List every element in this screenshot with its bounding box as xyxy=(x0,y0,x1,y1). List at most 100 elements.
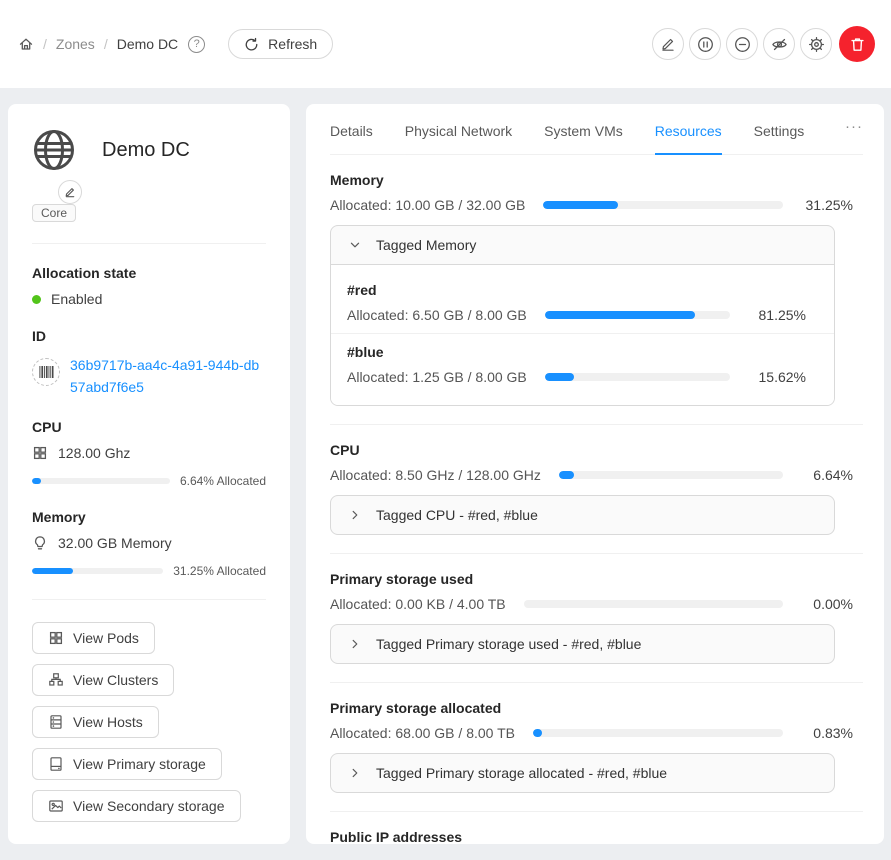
percent-label: 15.62% xyxy=(744,369,806,385)
edit-tags-button[interactable] xyxy=(58,180,82,204)
zone-globe-icon xyxy=(32,128,76,172)
zone-id-value[interactable]: 36b9717b-aa4c-4a91-944b-db57abd7f6e5 xyxy=(70,354,266,398)
tab-details[interactable]: Details xyxy=(330,104,373,154)
button-label: View Primary storage xyxy=(73,756,206,772)
resource-section-primary-storage-used: Primary storage used Allocated: 0.00 KB /… xyxy=(330,554,863,683)
hide-icon xyxy=(771,36,788,53)
view-clusters-button[interactable]: View Clusters xyxy=(32,664,174,696)
hide-button[interactable] xyxy=(763,28,795,60)
progress-bar xyxy=(533,729,783,737)
tagged-resource-blue: #blueAllocated: 1.25 GB / 8.00 GB15.62% xyxy=(331,333,834,395)
chevron-right-icon xyxy=(349,767,361,779)
collapse-label: Tagged Primary storage used - #red, #blu… xyxy=(376,636,641,652)
barcode-icon xyxy=(32,358,60,386)
zone-tag-core: Core xyxy=(32,204,76,222)
button-label: View Clusters xyxy=(73,672,158,688)
delete-icon xyxy=(849,36,866,53)
cpu-label: CPU xyxy=(32,419,266,435)
tab-bar: Details Physical Network System VMs Resourc… xyxy=(330,104,863,155)
button-label: View Hosts xyxy=(73,714,143,730)
primary-icon xyxy=(48,756,64,772)
refresh-label: Refresh xyxy=(268,36,317,52)
edit-button[interactable] xyxy=(652,28,684,60)
tagged-resource-red: #red Allocated: 6.50 GB / 8.00 GB81.25% xyxy=(331,272,834,333)
progress-bar xyxy=(545,311,730,319)
allocation-row: Allocated: 68.00 GB / 8.00 TB 0.83% xyxy=(330,725,853,741)
settings-icon xyxy=(808,36,825,53)
top-header: / Zones / Demo DC ? Refresh xyxy=(0,0,891,88)
resource-section-cpu: CPUAllocated: 8.50 GHz / 128.00 GHz6.64%… xyxy=(330,425,863,554)
button-label: View Pods xyxy=(73,630,139,646)
allocated-text: Allocated: 0.00 KB / 4.00 TB xyxy=(330,596,506,612)
percent-label: 0.83% xyxy=(797,725,853,741)
delete-button[interactable] xyxy=(839,26,875,62)
allocation-row: Allocated: 1.25 GB / 8.00 GB15.62% xyxy=(347,369,806,385)
home-icon[interactable] xyxy=(18,36,34,52)
collapse-header[interactable]: Tagged CPU - #red, #blue xyxy=(331,496,834,534)
more-tabs-button[interactable]: ··· xyxy=(845,118,863,141)
disable-button[interactable] xyxy=(726,28,758,60)
resource-section-public-ip-addresses: Public IP addressesAllocated: 4 / 1992.0… xyxy=(330,812,863,844)
help-icon[interactable]: ? xyxy=(188,36,205,53)
percent-label: 81.25% xyxy=(744,307,806,323)
memory-value: 32.00 GB Memory xyxy=(58,535,172,551)
zone-view-buttons: View Pods View Clusters View Hosts View Pri… xyxy=(32,622,266,822)
collapse-panel-tagged-memory: Tagged Memory #red Allocated: 6.50 GB / 8.… xyxy=(330,225,835,406)
tab-physical-network[interactable]: Physical Network xyxy=(405,104,512,154)
breadcrumb-zones-link[interactable]: Zones xyxy=(56,36,95,52)
zone-detail-card: Details Physical Network System VMs Resourc… xyxy=(306,104,884,844)
cpu-percent-label: 6.64% Allocated xyxy=(180,474,266,488)
progress-fill xyxy=(559,471,574,479)
settings-button[interactable] xyxy=(800,28,832,60)
collapse-label: Tagged Primary storage allocated - #red,… xyxy=(376,765,667,781)
progress-fill xyxy=(533,729,542,737)
resource-section-primary-storage-allocated: Primary storage allocatedAllocated: 68.0… xyxy=(330,683,863,812)
breadcrumb-separator: / xyxy=(104,36,108,52)
id-label: ID xyxy=(32,328,266,344)
main-content: Demo DC Core Allocation state Enabled ID… xyxy=(0,88,891,844)
allocation-row: Allocated: 0.00 KB / 4.00 TB0.00% xyxy=(330,596,853,612)
zone-title: Demo DC xyxy=(102,139,190,162)
tagged-resource-title: #red xyxy=(347,282,818,298)
pause-button[interactable] xyxy=(689,28,721,60)
view-pods-button[interactable]: View Pods xyxy=(32,622,155,654)
allocated-text: Allocated: 68.00 GB / 8.00 TB xyxy=(330,725,515,741)
progress-bar xyxy=(545,373,730,381)
collapse-header[interactable]: Tagged Primary storage used - #red, #blu… xyxy=(331,625,834,663)
collapse-header[interactable]: Tagged Primary storage allocated - #red,… xyxy=(331,754,834,792)
resource-title: Primary storage used xyxy=(330,571,863,587)
tab-settings[interactable]: Settings xyxy=(754,104,805,154)
cpu-grid-icon xyxy=(32,445,48,461)
collapse-panel-tagged-primary-storage-used-red-blue: Tagged Primary storage used - #red, #blu… xyxy=(330,624,835,664)
chevron-right-icon xyxy=(349,509,361,521)
clusters-icon xyxy=(48,672,64,688)
view-primary-storage-button[interactable]: View Primary storage xyxy=(32,748,222,780)
tab-system-vms[interactable]: System VMs xyxy=(544,104,623,154)
allocated-text: Allocated: 10.00 GB / 32.00 GB xyxy=(330,197,525,213)
disable-icon xyxy=(734,36,751,53)
zone-action-buttons xyxy=(652,26,875,62)
refresh-button[interactable]: Refresh xyxy=(228,29,333,59)
collapse-body: #red Allocated: 6.50 GB / 8.00 GB81.25% #b… xyxy=(331,264,834,405)
allocation-row: Allocated: 10.00 GB / 32.00 GB 31.25% xyxy=(330,197,853,213)
view-secondary-storage-button[interactable]: View Secondary storage xyxy=(32,790,241,822)
pause-icon xyxy=(697,36,714,53)
progress-bar xyxy=(543,201,783,209)
chevron-down-icon xyxy=(349,239,361,251)
tab-resources[interactable]: Resources xyxy=(655,104,722,154)
progress-fill xyxy=(545,311,695,319)
cpu-field: CPU 128.00 Ghz 6.64% Allocated xyxy=(32,419,266,488)
progress-bar xyxy=(524,600,783,608)
hosts-icon xyxy=(48,714,64,730)
allocated-text: Allocated: 8.50 GHz / 128.00 GHz xyxy=(330,467,541,483)
percent-label: 31.25% xyxy=(797,197,853,213)
collapse-header[interactable]: Tagged Memory xyxy=(331,226,834,264)
reload-icon xyxy=(244,37,259,52)
breadcrumb: / Zones / Demo DC ? Refresh xyxy=(18,29,333,59)
breadcrumb-separator: / xyxy=(43,36,47,52)
divider xyxy=(32,243,266,244)
collapse-panel-tagged-primary-storage-allocated-red-blue: Tagged Primary storage allocated - #red,… xyxy=(330,753,835,793)
collapse-label: Tagged CPU - #red, #blue xyxy=(376,507,538,523)
allocation-row: Allocated: 6.50 GB / 8.00 GB81.25% xyxy=(347,307,806,323)
view-hosts-button[interactable]: View Hosts xyxy=(32,706,159,738)
